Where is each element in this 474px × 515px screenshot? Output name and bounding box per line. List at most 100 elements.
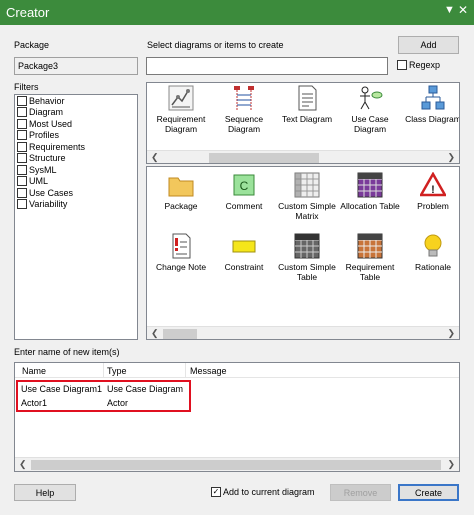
- filter-item[interactable]: Diagram: [15, 107, 137, 119]
- text-diagram-icon: [294, 85, 320, 111]
- filter-item[interactable]: Behavior: [15, 95, 137, 107]
- filter-checkbox[interactable]: [17, 130, 27, 141]
- item-tile[interactable]: Custom Simple Table: [275, 233, 339, 282]
- item-label: Allocation Table: [340, 201, 400, 211]
- requirement-diagram-icon: [168, 85, 194, 111]
- table-header: Name Type Message: [15, 363, 459, 378]
- filter-checkbox[interactable]: [17, 95, 27, 106]
- help-button[interactable]: Help: [14, 484, 76, 501]
- filter-checkbox[interactable]: [17, 164, 27, 175]
- item-tile[interactable]: Requirement Table: [338, 233, 402, 282]
- filter-checkbox[interactable]: [17, 118, 27, 129]
- diagram-tile[interactable]: Text Diagram: [275, 85, 339, 124]
- scroll-left-icon[interactable]: ❮: [151, 328, 159, 339]
- diagram-label: Sequence Diagram: [224, 114, 264, 134]
- item-label: Rationale: [415, 262, 451, 272]
- highlight-box: [16, 380, 191, 412]
- filter-label: Diagram: [29, 107, 64, 118]
- diagram-tile[interactable]: Class Diagram: [401, 85, 460, 124]
- scroll-left-icon[interactable]: ❮: [151, 152, 159, 163]
- filter-label: Most Used: [29, 118, 73, 129]
- collapse-icon[interactable]: ▼: [444, 4, 455, 16]
- column-divider[interactable]: [103, 363, 104, 378]
- filter-item[interactable]: UML: [15, 176, 137, 188]
- filter-checkbox[interactable]: [17, 153, 27, 164]
- requirement-table-icon: [357, 233, 383, 259]
- class-diagram-icon: [420, 85, 446, 111]
- item-label: Package: [164, 201, 198, 211]
- filter-item[interactable]: Use Cases: [15, 187, 137, 199]
- item-label: Constraint: [224, 262, 264, 272]
- comment-icon: C: [231, 172, 257, 198]
- add-to-diagram-checkbox[interactable]: ✓ Add to current diagram: [211, 487, 315, 497]
- item-tile[interactable]: Change Note: [149, 233, 213, 272]
- item-tile[interactable]: Custom Simple Matrix: [275, 172, 339, 221]
- diagram-label: Class Diagram: [405, 114, 460, 124]
- diagrams-scrollbar[interactable]: ❮ ❯: [147, 150, 459, 163]
- new-items-table[interactable]: Name Type Message Use Case Diagram1 Use …: [14, 362, 460, 472]
- item-label: Custom Simple Table: [278, 262, 336, 282]
- allocation-table-icon: [357, 172, 383, 198]
- filter-label: Use Cases: [29, 187, 74, 198]
- regexp-checkbox[interactable]: Regexp: [397, 60, 440, 70]
- scroll-thumb[interactable]: [163, 329, 197, 339]
- filter-item[interactable]: Requirements: [15, 141, 137, 153]
- diagram-tile[interactable]: Sequence Diagram: [212, 85, 276, 134]
- diagram-tile[interactable]: Requirement Diagram: [149, 85, 213, 134]
- filter-item[interactable]: Variability: [15, 199, 137, 211]
- filter-item[interactable]: Structure: [15, 153, 137, 165]
- add-button[interactable]: Add: [398, 36, 459, 54]
- table-scrollbar[interactable]: ❮ ❯: [15, 457, 459, 471]
- column-header-name[interactable]: Name: [22, 366, 46, 376]
- remove-button[interactable]: Remove: [330, 484, 391, 501]
- filter-checkbox[interactable]: [17, 199, 27, 210]
- svg-text:!: !: [431, 184, 435, 196]
- filter-label: Profiles: [29, 130, 60, 141]
- close-icon[interactable]: ✕: [458, 3, 468, 17]
- filter-item[interactable]: SysML: [15, 164, 137, 176]
- filter-checkbox[interactable]: [17, 107, 27, 118]
- filter-label: Structure: [29, 153, 66, 164]
- items-scrollbar[interactable]: ❮ ❯: [147, 326, 459, 339]
- column-divider[interactable]: [185, 363, 186, 378]
- filter-checkbox[interactable]: [17, 141, 27, 152]
- problem-icon: !: [420, 172, 446, 198]
- item-tile[interactable]: Package: [149, 172, 213, 211]
- add-to-diagram-label: Add to current diagram: [223, 487, 315, 497]
- regexp-label: Regexp: [409, 60, 441, 70]
- select-label: Select diagrams or items to create: [147, 40, 284, 50]
- scroll-thumb[interactable]: [31, 460, 441, 470]
- item-label: Requirement Table: [345, 262, 395, 282]
- search-input[interactable]: [146, 57, 388, 75]
- svg-text:C: C: [240, 179, 249, 193]
- create-button[interactable]: Create: [398, 484, 459, 501]
- scroll-left-icon[interactable]: ❮: [19, 459, 27, 470]
- regexp-checkbox-box[interactable]: [397, 60, 407, 70]
- scroll-right-icon[interactable]: ❯: [447, 328, 455, 339]
- item-tile[interactable]: Allocation Table: [338, 172, 402, 211]
- filter-checkbox[interactable]: [17, 187, 27, 198]
- filter-item[interactable]: Profiles: [15, 130, 137, 142]
- filter-item[interactable]: Most Used: [15, 118, 137, 130]
- package-field: Package3: [14, 57, 138, 75]
- scroll-thumb[interactable]: [209, 153, 319, 163]
- column-header-message[interactable]: Message: [190, 366, 227, 376]
- diagram-tile[interactable]: Use Case Diagram: [338, 85, 402, 134]
- add-to-diagram-checkbox-box[interactable]: ✓: [211, 487, 221, 497]
- item-tile[interactable]: ! Problem: [401, 172, 459, 211]
- diagram-label: Text Diagram: [281, 114, 333, 124]
- sequence-diagram-icon: [231, 85, 257, 111]
- rationale-icon: [420, 233, 446, 259]
- scroll-right-icon[interactable]: ❯: [447, 459, 455, 470]
- package-label: Package: [14, 40, 50, 50]
- item-tile[interactable]: Constraint: [212, 233, 276, 272]
- column-header-type[interactable]: Type: [107, 366, 127, 376]
- filter-checkbox[interactable]: [17, 176, 27, 187]
- filters-list[interactable]: Behavior Diagram Most Used Profiles Requ…: [14, 94, 138, 340]
- filter-label: Variability: [29, 199, 68, 210]
- item-tile[interactable]: Rationale: [401, 233, 459, 272]
- scroll-right-icon[interactable]: ❯: [447, 152, 455, 163]
- change-note-icon: [168, 233, 194, 259]
- item-label: Change Note: [155, 262, 207, 272]
- item-tile[interactable]: C Comment: [212, 172, 276, 211]
